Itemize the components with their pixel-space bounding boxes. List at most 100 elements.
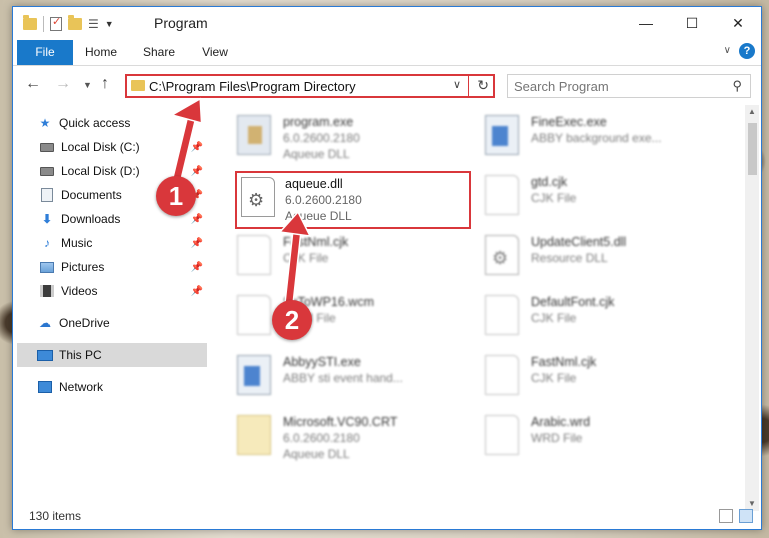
file-item[interactable]: FastNml.cjk CJK File [213, 227, 451, 283]
refresh-icon[interactable]: ↻ [477, 77, 489, 94]
back-button[interactable]: ← [25, 75, 41, 93]
large-icons-view-icon[interactable] [739, 509, 753, 523]
nav-label: Videos [61, 284, 98, 298]
navigation-pane: ★ Quick access Local Disk (C:) 📌 Local D… [13, 107, 209, 507]
divider [468, 76, 469, 96]
tab-home[interactable]: Home [79, 40, 123, 65]
step-badge-1: 1 [156, 176, 196, 216]
file-name: FastNml.cjk [531, 355, 597, 369]
file-version: 6.0.2600.2180 [283, 431, 360, 445]
status-bar: 130 items [13, 505, 761, 529]
new-folder-icon[interactable] [68, 15, 82, 30]
pin-icon[interactable]: 📌 [191, 238, 203, 249]
forward-button[interactable]: → [55, 75, 71, 93]
quick-access-toolbar: ☰ ▼ [23, 15, 114, 32]
vertical-scrollbar[interactable]: ▲ ▼ [745, 105, 759, 511]
sidebar-item-this-pc[interactable]: This PC [17, 343, 207, 367]
sidebar-item-onedrive[interactable]: ☁ OneDrive [17, 311, 207, 335]
file-item[interactable]: Arabic.wrd WRD File [461, 407, 699, 463]
window-controls: — ☐ ✕ [623, 7, 761, 39]
details-view-icon[interactable] [719, 509, 733, 523]
navigation-bar: ← → ▼ ↑ C:\Program Files\Program Directo… [13, 69, 761, 101]
customize-icon[interactable]: ☰ [88, 17, 99, 31]
tab-file[interactable]: File [17, 40, 73, 65]
properties-icon[interactable] [50, 15, 62, 31]
file-name: DefaultFont.cjk [531, 295, 615, 309]
file-type: CJK File [283, 251, 329, 265]
nav-quick-access[interactable]: ★ Quick access [17, 111, 207, 135]
help-icon[interactable]: ? [739, 43, 755, 59]
nav-label: OneDrive [59, 316, 110, 330]
file-item[interactable]: UpdateClient5.dll Resource DLL [461, 227, 699, 283]
nav-label: Documents [61, 188, 122, 202]
search-box[interactable]: ⚲ [507, 74, 751, 98]
file-name: program.exe [283, 115, 354, 129]
up-button[interactable]: ↑ [101, 75, 109, 93]
application-icon [237, 115, 271, 155]
computer-icon [37, 347, 53, 363]
cloud-icon: ☁ [39, 316, 51, 330]
file-icon [237, 235, 271, 275]
minimize-button[interactable]: — [623, 7, 669, 39]
file-item[interactable]: gtd.cjk CJK File [461, 167, 699, 223]
file-version: 6.0.2600.2180 [283, 131, 360, 145]
maximize-button[interactable]: ☐ [669, 7, 715, 39]
item-count: 130 items [29, 509, 82, 523]
file-item[interactable]: AbbyySTI.exe ABBY sti event hand... [213, 347, 451, 403]
nav-label: Music [61, 236, 93, 250]
sidebar-item-pictures[interactable]: Pictures 📌 [17, 255, 207, 279]
file-type: CJK File [531, 311, 577, 325]
nav-label: Pictures [61, 260, 105, 274]
file-type: Resource DLL [531, 251, 608, 265]
search-input[interactable] [514, 78, 714, 94]
file-item[interactable]: program.exe 6.0.2600.2180 Aqueue DLL [213, 107, 451, 163]
address-path[interactable]: C:\Program Files\Program Directory [149, 79, 356, 94]
scroll-up-icon[interactable]: ▲ [745, 105, 759, 119]
search-icon[interactable]: ⚲ [732, 78, 742, 94]
file-icon [237, 295, 271, 335]
pin-icon[interactable]: 📌 [191, 166, 203, 177]
application-icon [237, 355, 271, 395]
application-icon [485, 115, 519, 155]
pin-icon[interactable]: 📌 [191, 286, 203, 297]
document-icon [39, 187, 55, 203]
window-title: Program [154, 15, 208, 31]
close-button[interactable]: ✕ [715, 7, 761, 39]
file-icon [485, 355, 519, 395]
expand-ribbon-icon[interactable]: ∨ [724, 45, 731, 56]
sidebar-item-local-disk-c[interactable]: Local Disk (C:) 📌 [17, 135, 207, 159]
sidebar-item-music[interactable]: ♪ Music 📌 [17, 231, 207, 255]
nav-label: Downloads [61, 212, 121, 226]
music-icon: ♪ [44, 236, 50, 250]
pin-icon[interactable]: 📌 [191, 262, 203, 273]
tab-view[interactable]: View [195, 40, 235, 65]
file-item[interactable]: FastNml.cjk CJK File [461, 347, 699, 403]
pin-icon[interactable]: 📌 [191, 142, 203, 153]
file-item[interactable]: FineExec.exe ABBY background exe... [461, 107, 699, 163]
sidebar-item-videos[interactable]: Videos 📌 [17, 279, 207, 303]
address-bar[interactable]: C:\Program Files\Program Directory ∨ ↻ [125, 74, 495, 98]
file-item[interactable]: DefaultFont.cjk CJK File [461, 287, 699, 343]
file-type: WRD File [531, 431, 583, 445]
file-item[interactable]: SkToWP16.wcm WCM File [213, 287, 451, 343]
file-icon [485, 295, 519, 335]
recent-locations-button[interactable]: ▼ [83, 80, 92, 90]
star-icon: ★ [39, 116, 51, 130]
scroll-thumb[interactable] [748, 123, 757, 175]
file-icon [485, 415, 519, 455]
folder-icon [131, 80, 145, 91]
chevron-down-icon[interactable]: ∨ [453, 78, 461, 91]
file-name: gtd.cjk [531, 175, 568, 189]
file-name: FastNml.cjk [283, 235, 349, 249]
nav-label: Network [59, 380, 104, 394]
pin-icon[interactable]: 📌 [191, 214, 203, 225]
chevron-down-icon[interactable]: ▼ [105, 19, 114, 29]
highlight-box [235, 171, 471, 229]
tab-share[interactable]: Share [137, 40, 181, 65]
sidebar-item-network[interactable]: Network [17, 375, 207, 399]
video-icon [39, 283, 55, 299]
file-name: UpdateClient5.dll [531, 235, 627, 249]
hard-disk-icon [39, 163, 55, 179]
file-icon [485, 175, 519, 215]
file-item[interactable]: Microsoft.VC90.CRT 6.0.2600.2180 Aqueue … [213, 407, 451, 463]
